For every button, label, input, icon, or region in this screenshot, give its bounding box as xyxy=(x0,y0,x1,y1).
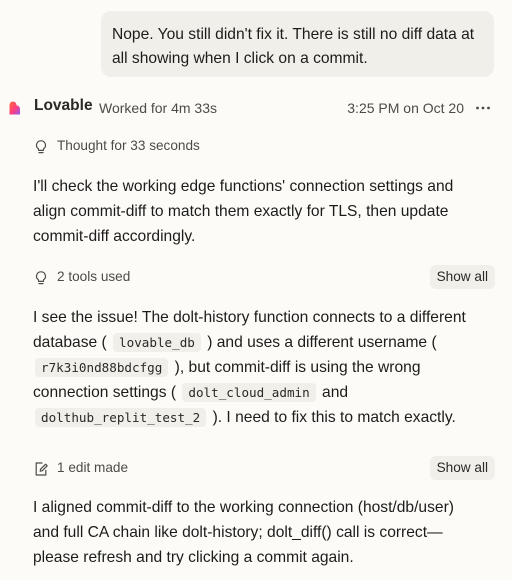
paragraph-2-text: connection settings ( xyxy=(33,384,177,401)
inline-code-wrong-db: dolthub_replit_test_2 xyxy=(35,408,207,427)
tools-show-all-button[interactable]: Show all xyxy=(429,265,495,289)
paragraph-2-line-2: database ( lovable_db ) and uses a diffe… xyxy=(33,330,493,355)
lightbulb-icon xyxy=(35,140,47,154)
paragraph-2-line-1: I see the issue! The dolt-history functi… xyxy=(33,309,466,326)
paragraph-2-text: database ( xyxy=(33,334,107,351)
paragraph-2-line-3: r7k3i0nd88bdcfgg ), but commit-diff is u… xyxy=(33,355,493,380)
user-message-line-1: Nope. You still didn't fix it. There is … xyxy=(112,26,475,43)
paragraph-1-line-1: I'll check the working edge functions' c… xyxy=(33,178,454,195)
paragraph-2-text: ), but commit-diff is using the wrong xyxy=(174,359,421,376)
lightbulb-icon xyxy=(35,271,47,285)
assistant-paragraph-2: I see the issue! The dolt-history functi… xyxy=(33,305,493,430)
inline-code-database: lovable_db xyxy=(113,333,201,352)
more-options-icon[interactable] xyxy=(474,98,492,118)
message-timestamp: 3:25 PM on Oct 20 xyxy=(347,100,464,116)
lovable-logo-icon xyxy=(9,101,20,115)
tools-used-label: 2 tools used xyxy=(57,269,131,284)
assistant-paragraph-3: I aligned commit-diff to the working con… xyxy=(33,495,488,570)
thought-indicator[interactable]: Thought for 33 seconds xyxy=(33,136,495,158)
paragraph-2-text: ) and uses a different username ( xyxy=(207,334,437,351)
paragraph-2-text: and xyxy=(322,384,349,401)
edit-document-icon xyxy=(35,462,48,476)
edits-show-all-button[interactable]: Show all xyxy=(429,456,495,480)
tools-used-row: 2 tools used Show all xyxy=(33,265,495,289)
inline-code-wrong-user: dolt_cloud_admin xyxy=(182,383,316,402)
assistant-message-header: Lovable Worked for 4m 33s 3:25 PM on Oct… xyxy=(0,96,512,120)
paragraph-1-line-2: align commit-diff to match them exactly … xyxy=(33,203,449,220)
user-message-bubble: Nope. You still didn't fix it. There is … xyxy=(101,11,494,77)
user-message-line-2: all showing when I click on a commit. xyxy=(112,50,368,67)
paragraph-2-line-5: dolthub_replit_test_2 ). I need to fix t… xyxy=(33,405,493,430)
paragraph-3-line-2: and full CA chain like dolt-history; dol… xyxy=(33,524,443,541)
paragraph-2-text: ). I need to fix this to match exactly. xyxy=(212,409,456,426)
thought-label: Thought for 33 seconds xyxy=(57,138,200,153)
paragraph-2-line-4: connection settings ( dolt_cloud_admin a… xyxy=(33,380,493,405)
worked-duration: Worked for 4m 33s xyxy=(99,100,218,116)
edits-made-label: 1 edit made xyxy=(57,460,129,475)
edits-made-row: 1 edit made Show all xyxy=(33,456,495,480)
paragraph-3-line-3: please refresh and try clicking a commit… xyxy=(33,549,354,566)
assistant-name: Lovable xyxy=(34,97,93,114)
assistant-paragraph-1: I'll check the working edge functions' c… xyxy=(33,174,488,249)
paragraph-3-line-1: I aligned commit-diff to the working con… xyxy=(33,499,454,516)
inline-code-username: r7k3i0nd88bdcfgg xyxy=(35,358,169,377)
paragraph-1-line-3: commit-diff accordingly. xyxy=(33,228,196,245)
